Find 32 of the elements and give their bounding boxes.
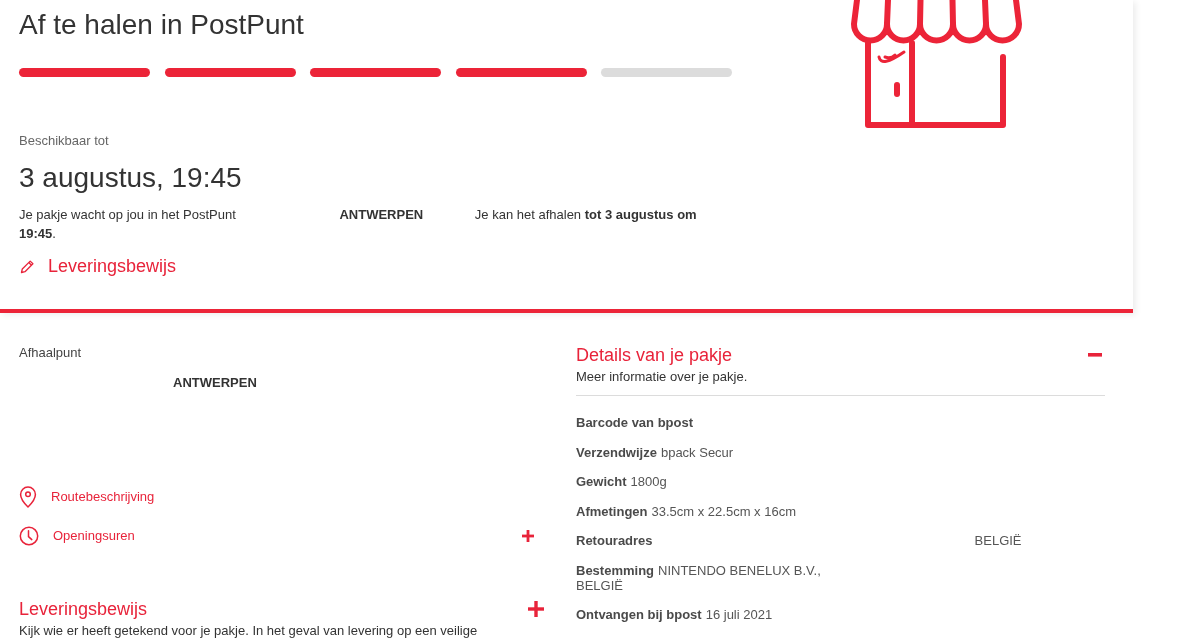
detail-value: bpack Secur — [660, 444, 734, 460]
directions-link[interactable]: Routebeschrijving — [19, 486, 155, 508]
pickup-notice: Je pakje wacht op jou in het PostPunt ANTWERPEN Je kan het afhalen tot 3 augustus om 19:45. — [19, 206, 698, 243]
detail-value: 16 juli 2021 — [705, 607, 773, 622]
detail-label: Ontvangen bij bpost — [576, 607, 702, 622]
plus-icon[interactable] — [528, 601, 544, 617]
detail-label: Afmetingen — [576, 503, 648, 519]
page-title: Af te halen in PostPunt — [19, 8, 305, 42]
detail-value: 33.5cm x 22.5cm x 16cm — [651, 503, 796, 519]
proof-of-delivery-heading: Leveringsbewijs — [19, 598, 148, 620]
pickup-point-heading: Afhaalpunt — [19, 345, 83, 361]
detail-value: BELGIË — [576, 577, 623, 593]
package-details-heading: Details van je pakje — [576, 344, 733, 366]
location-pin-icon — [19, 486, 37, 508]
pickup-point-city: ANTWERPEN — [172, 375, 258, 391]
availability-label: Beschikbaar tot — [19, 133, 110, 149]
detail-value: NINTENDO BENELUX B.V., — [658, 562, 821, 578]
clock-icon — [19, 526, 39, 546]
proof-of-delivery-link[interactable]: Leveringsbewijs — [19, 254, 177, 278]
detail-label: Bestemming — [576, 562, 655, 578]
detail-value: BELGIË — [974, 533, 1022, 548]
detail-label: Gewicht — [576, 474, 627, 489]
detail-value: 1800g — [630, 474, 667, 489]
detail-label: Barcode van bpost — [576, 415, 694, 430]
package-details-subtitle: Meer informatie over je pakje. — [576, 369, 749, 385]
proof-of-delivery-description: Kijk wie er heeft getekend voor je pakje. In het geval van levering op een veilige — [19, 622, 479, 638]
plus-icon[interactable] — [522, 530, 534, 542]
detail-label: Verzendwijze — [576, 444, 657, 460]
opening-hours-link[interactable]: Openingsuren — [19, 526, 135, 546]
detail-label: Retouradres — [576, 533, 653, 548]
pencil-icon — [20, 258, 35, 274]
availability-date: 3 augustus, 19:45 — [19, 161, 243, 195]
